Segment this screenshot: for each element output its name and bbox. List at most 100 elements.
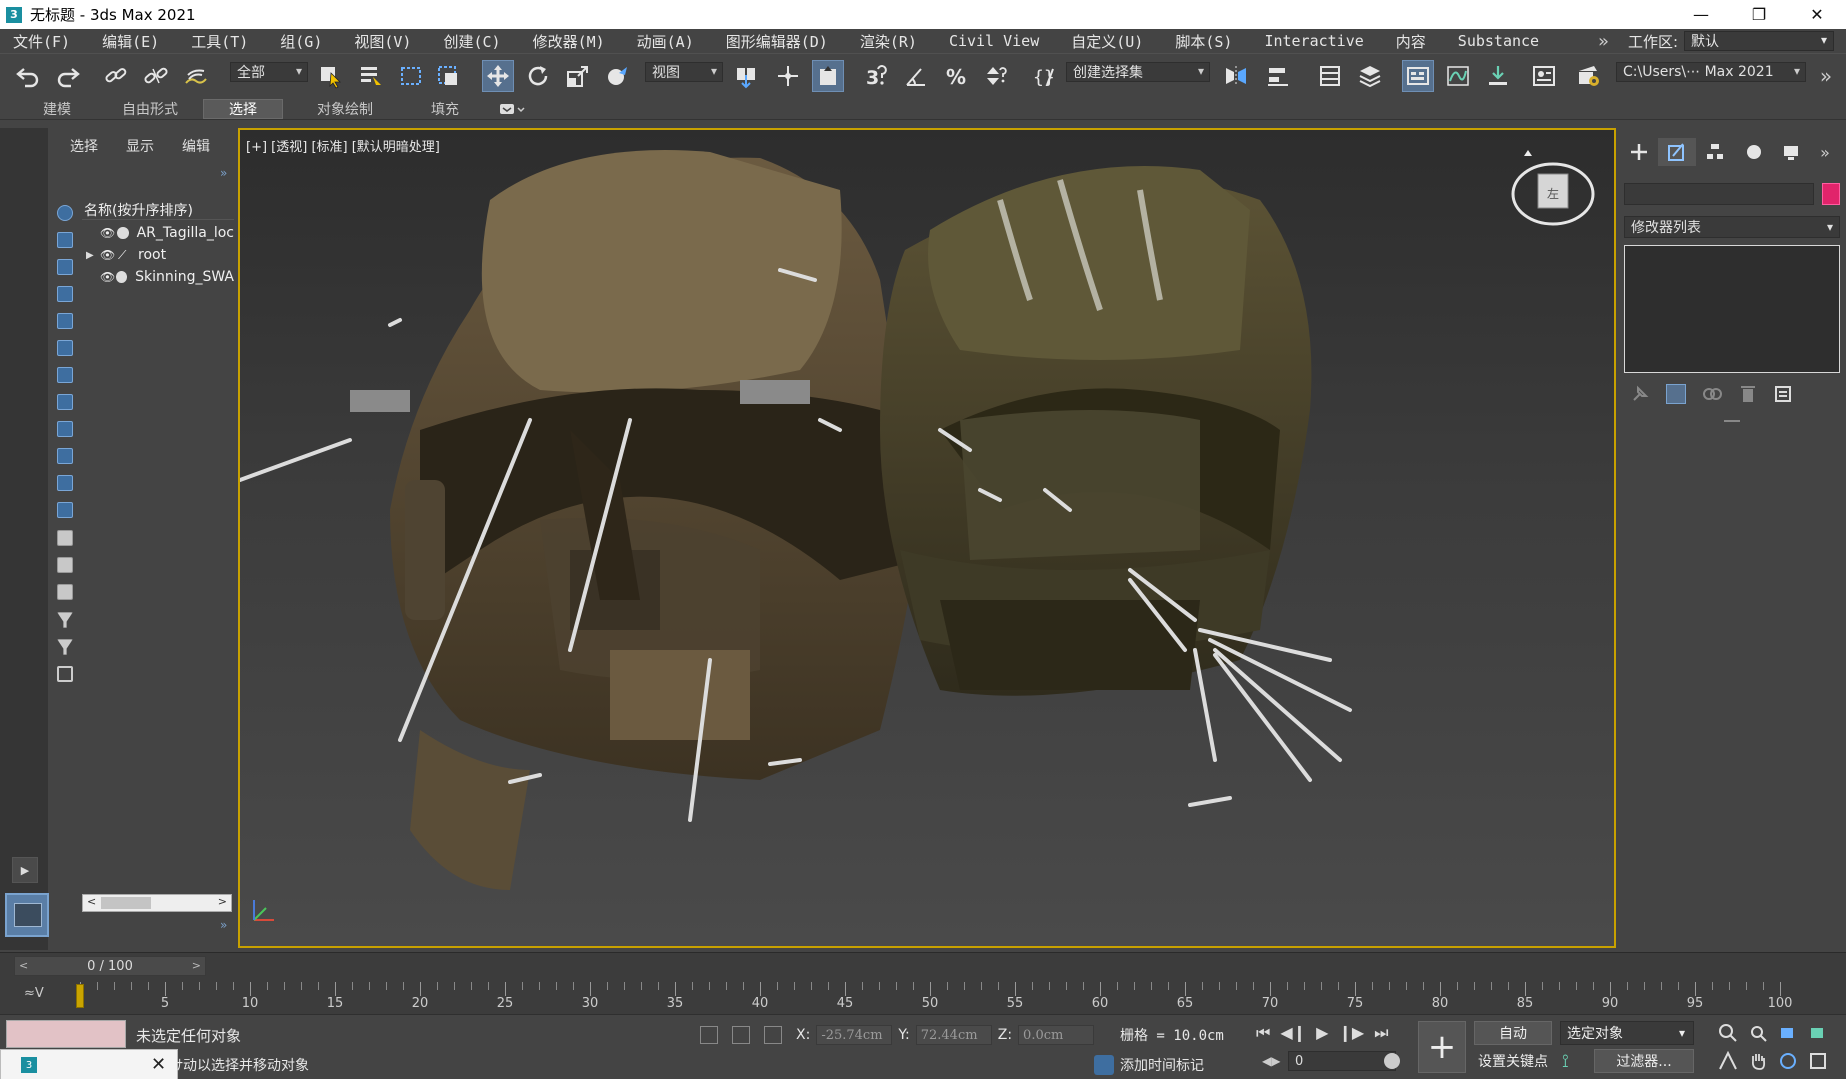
redo-icon[interactable] (52, 60, 84, 92)
filter-all-icon[interactable] (54, 527, 76, 549)
current-time-marker[interactable] (76, 984, 84, 1008)
set-key-big-icon[interactable]: + (1418, 1021, 1466, 1073)
filter-containers-icon[interactable] (54, 445, 76, 467)
mini-curve-editor-icon[interactable]: ≈V (24, 986, 44, 1001)
filter-space-warps-icon[interactable] (54, 337, 76, 359)
explorer-tab-edit[interactable]: 编辑 (164, 136, 220, 158)
menu-graph-editors[interactable]: 图形编辑器(D) (712, 31, 828, 52)
angle-snap-icon[interactable] (900, 60, 932, 92)
filter-invert-icon[interactable] (54, 581, 76, 603)
use-pivot-center-icon[interactable] (730, 60, 762, 92)
rectangular-selection-icon[interactable] (395, 60, 427, 92)
modify-tab-icon[interactable] (1658, 138, 1696, 166)
menu-customize[interactable]: 自定义(U) (1057, 31, 1143, 52)
close-button[interactable]: ✕ (1788, 0, 1846, 29)
select-and-place-icon[interactable] (602, 60, 634, 92)
scene-explorer-toggle-icon[interactable] (1314, 60, 1346, 92)
selection-lock-icon[interactable] (700, 1026, 718, 1044)
current-frame-field[interactable]: 0 (1288, 1051, 1396, 1071)
toggle-ribbon-icon[interactable] (1402, 60, 1434, 92)
minimize-button[interactable]: — (1672, 0, 1730, 29)
named-selection-dropdown[interactable]: 创建选择集 (1066, 62, 1210, 82)
configure-modifier-sets-icon[interactable] (1774, 384, 1794, 404)
explorer-bottom-expand-icon[interactable]: » (220, 918, 227, 932)
key-filters-icon[interactable]: ⟟ (1562, 1051, 1569, 1072)
expand-layout-tab-icon[interactable]: ▶ (12, 857, 38, 883)
reference-coordinate-dropdown[interactable]: 视图 (645, 62, 723, 82)
track-bar[interactable]: ≈V 5 10 15 20 25 30 35 40 45 50 55 60 65 70 75 80 85 90 95… (0, 978, 1846, 1014)
previous-key-icon[interactable]: ◀❙ (1280, 1023, 1306, 1043)
visibility-eye-icon[interactable]: 👁 (100, 248, 118, 262)
expand-arrow-icon[interactable]: ▶ (86, 250, 94, 261)
link-icon[interactable] (100, 60, 132, 92)
selection-filter-dropdown[interactable]: 全部 (230, 62, 308, 82)
bind-space-warp-icon[interactable] (180, 60, 212, 92)
curve-editor-icon[interactable] (1442, 60, 1474, 92)
filter-helpers-icon[interactable] (54, 310, 76, 332)
menu-overflow-icon[interactable]: » (1598, 31, 1609, 52)
menu-create[interactable]: 创建(C) (429, 31, 500, 52)
filter-xrefs-icon[interactable] (54, 391, 76, 413)
unlink-icon[interactable] (140, 60, 172, 92)
go-to-start-icon[interactable]: ⏮ (1256, 1023, 1270, 1043)
previous-frame-icon[interactable]: < (19, 959, 28, 972)
snaps-toggle-icon[interactable]: 3 (860, 60, 892, 92)
align-icon[interactable] (1262, 60, 1294, 92)
filter-bones-icon[interactable] (54, 418, 76, 440)
undo-icon[interactable] (12, 60, 44, 92)
restore-button[interactable]: ❐ (1730, 0, 1788, 29)
explorer-column-header[interactable]: 名称(按升序排序) (82, 200, 234, 220)
filter-funnel-alt-icon[interactable] (54, 636, 76, 658)
remove-modifier-icon[interactable] (1738, 384, 1758, 404)
zoom-all-icon[interactable] (1748, 1023, 1768, 1043)
filter-geometry-icon[interactable] (54, 202, 76, 224)
add-time-tag[interactable]: 添加时间标记 (1094, 1055, 1204, 1075)
project-path-dropdown[interactable]: C:\Users\⋯ Max 2021 (1616, 62, 1806, 82)
menu-substance[interactable]: Substance (1444, 32, 1539, 50)
field-of-view-icon[interactable] (1718, 1050, 1738, 1071)
select-object-icon[interactable] (315, 60, 347, 92)
pin-stack-icon[interactable] (1630, 384, 1650, 404)
explorer-row[interactable]: 👁 AR_Tagilla_loc (82, 222, 234, 244)
create-tab-icon[interactable] (1620, 138, 1658, 166)
material-editor-icon[interactable] (1528, 60, 1560, 92)
menu-civil-view[interactable]: Civil View (935, 32, 1039, 50)
isolate-selection-icon[interactable] (732, 1026, 750, 1044)
explorer-options-icon[interactable] (54, 663, 76, 685)
menu-content[interactable]: 内容 (1382, 31, 1426, 52)
workspace-dropdown[interactable]: 默认 (1684, 31, 1834, 51)
motion-tab-icon[interactable] (1734, 138, 1772, 166)
mirror-icon[interactable] (1220, 60, 1252, 92)
pan-icon[interactable] (1748, 1051, 1768, 1071)
filter-cameras-icon[interactable] (54, 283, 76, 305)
modifier-list-dropdown[interactable]: 修改器列表 (1624, 216, 1840, 238)
explorer-row[interactable]: ▶ 👁 ⟋ root (82, 244, 234, 266)
explorer-row[interactable]: 👁 Skinning_SWA (82, 266, 234, 288)
key-mode-icon[interactable]: ◀▶ (1262, 1054, 1280, 1068)
panel-resize-handle[interactable] (1724, 420, 1740, 422)
ribbon-tab-populate[interactable]: 填充 (405, 99, 485, 119)
explorer-tab-select[interactable]: 选择 (52, 136, 108, 158)
select-and-scale-icon[interactable] (562, 60, 594, 92)
x-coordinate-field[interactable]: -25.74cm (816, 1025, 893, 1045)
render-setup-icon[interactable] (1572, 60, 1604, 92)
absolute-mode-icon[interactable] (764, 1026, 782, 1044)
make-unique-icon[interactable] (1702, 384, 1722, 404)
explorer-tab-display[interactable]: 显示 (108, 136, 164, 158)
schematic-view-icon[interactable] (1482, 60, 1514, 92)
perspective-viewport[interactable]: [+] [透视] [标准] [默认明暗处理] 左 (238, 128, 1616, 948)
y-coordinate-field[interactable]: 72.44cm (915, 1025, 992, 1045)
percent-snap-icon[interactable]: % (940, 60, 972, 92)
select-by-name-icon[interactable] (355, 60, 387, 92)
maxscript-listener-mini[interactable] (6, 1020, 126, 1048)
z-coordinate-field[interactable]: 0.0cm (1018, 1025, 1095, 1045)
menu-tools[interactable]: 工具(T) (177, 31, 248, 52)
time-slider[interactable]: < 0 / 100 > (0, 952, 1846, 978)
play-icon[interactable]: ▶ (1316, 1023, 1328, 1043)
explorer-horizontal-scrollbar[interactable]: < > (82, 894, 232, 912)
filter-hidden-icon[interactable] (54, 499, 76, 521)
visibility-eye-icon[interactable]: 👁 (100, 270, 116, 284)
time-config-icon[interactable] (1384, 1053, 1400, 1069)
command-panel-more-icon[interactable]: » (1810, 138, 1840, 166)
explorer-expand-icon[interactable]: » (220, 166, 227, 180)
